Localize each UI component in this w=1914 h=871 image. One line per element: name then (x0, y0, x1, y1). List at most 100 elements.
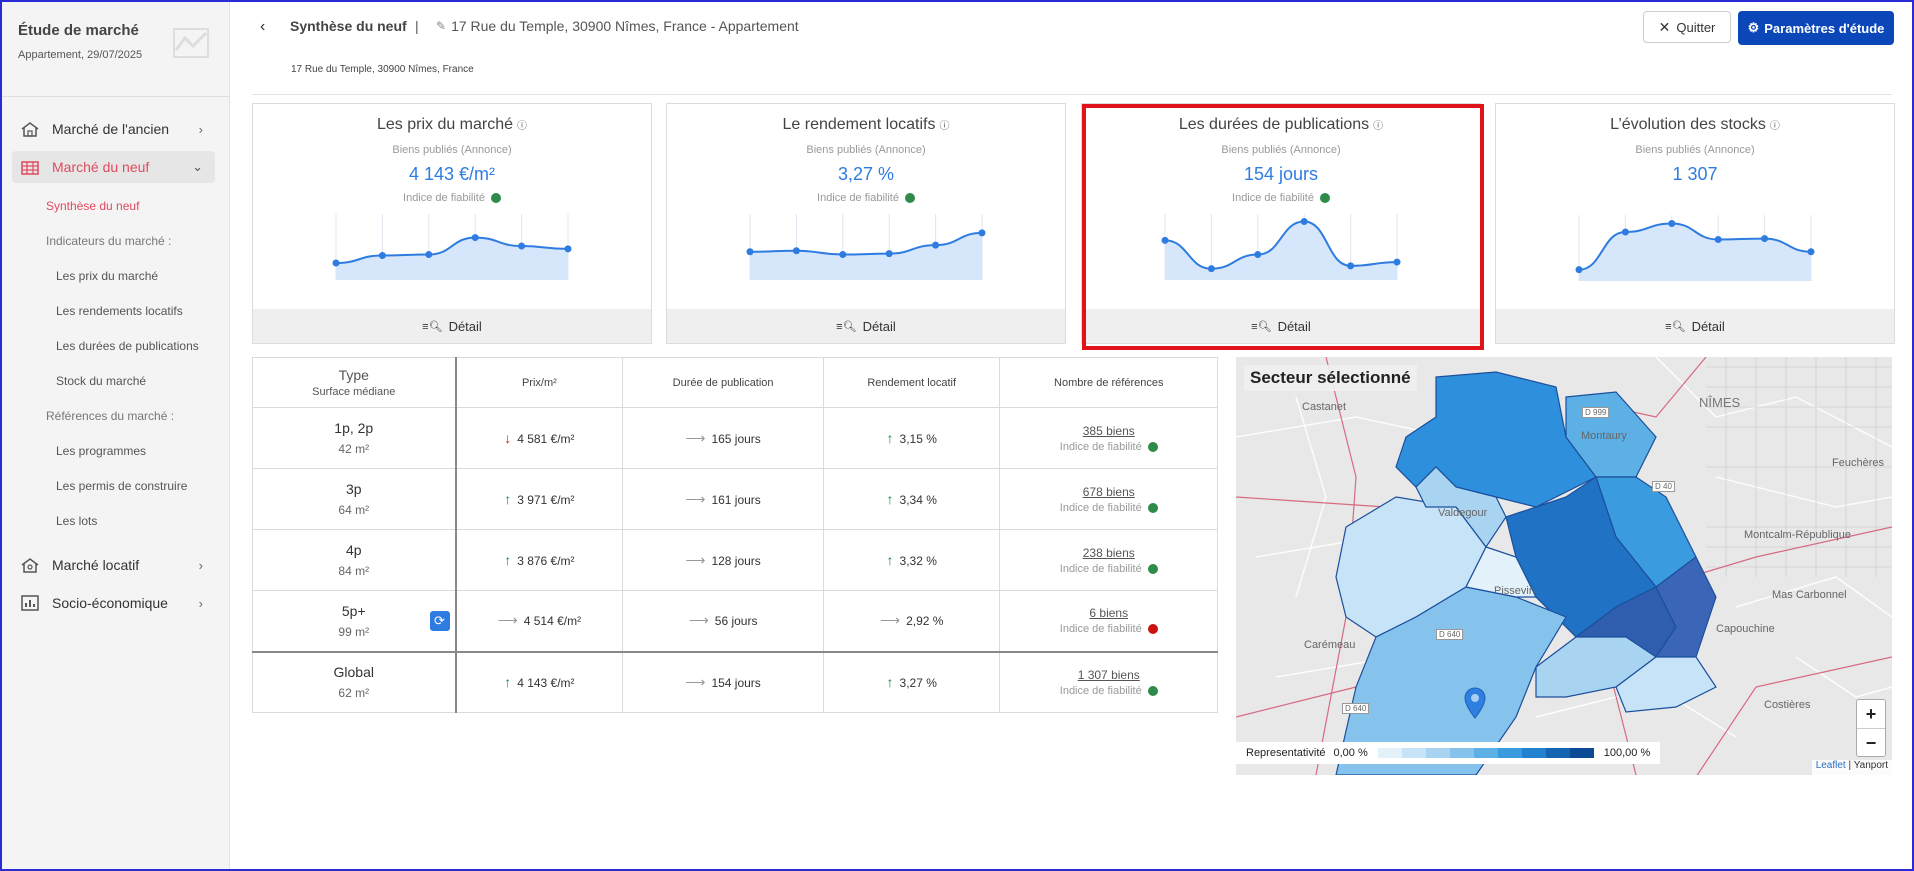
card-title: L’évolution des stocks ⓘ (1496, 116, 1894, 134)
zoom-control: + − (1856, 699, 1886, 757)
type-label: 5p+ (341, 602, 366, 619)
study-settings-button[interactable]: ⚙ Paramètres d'étude (1738, 11, 1894, 45)
sparkline-point (978, 229, 986, 237)
reliability-indicator: Indice de fiabilité (1000, 623, 1217, 635)
reliability-dot (1147, 563, 1158, 574)
refresh-icon[interactable]: ⟳ (429, 611, 450, 631)
table-row: 3p 64 m² ↑ 3 971 €/m² ⟶ 161 jours ↑ 3,34 % 678 b… (252, 468, 1218, 530)
map-road-label: D 640 (1342, 703, 1370, 714)
info-icon[interactable]: ⓘ (1770, 121, 1780, 132)
card-title: Le rendement locatifs ⓘ (667, 116, 1065, 134)
detail-list-icon: ≡🔍︎ (1251, 320, 1272, 333)
leaflet-link[interactable]: Leaflet (1816, 760, 1846, 771)
detail-button[interactable]: ≡🔍︎ Détail (253, 309, 651, 343)
sidebar-link-programmes[interactable]: Les programmes (2, 434, 229, 469)
detail-list-icon: ≡🔍︎ (836, 320, 857, 333)
trend-down-icon: ↓ (504, 430, 512, 446)
sparkline-point (378, 251, 386, 259)
sparkline-point (1621, 228, 1629, 236)
sidebar-link-permis[interactable]: Les permis de construire (2, 469, 229, 504)
sparkline-point (1347, 262, 1355, 270)
close-icon: ✕ (1658, 18, 1671, 35)
sidebar-link-durees[interactable]: Les durées de publications (2, 329, 229, 364)
sidebar-link-prix[interactable]: Les prix du marché (2, 259, 229, 294)
card-value: 154 jours (1243, 164, 1319, 184)
card-title-text: Les durées de publications (1178, 116, 1370, 133)
references-link[interactable]: 6 biens (1000, 606, 1217, 620)
sparkline-area (750, 232, 982, 280)
legend-swatch (1497, 748, 1522, 758)
reliability-indicator: Indice de fiabilité (1082, 192, 1480, 204)
map-marker-icon[interactable] (1464, 687, 1486, 719)
gear-icon: ⚙ (1747, 20, 1760, 35)
sidebar-link-synthese[interactable]: Synthèse du neuf (2, 189, 229, 224)
table-body: 1p, 2p 42 m² ↓ 4 581 €/m² ⟶ 165 jours ↑ 3,15 % 3… (252, 407, 1218, 713)
card-value: 3,27 % (837, 164, 895, 184)
sidebar-link-rendements[interactable]: Les rendements locatifs (2, 294, 229, 329)
map-place-label: Carémeau (1304, 639, 1356, 651)
card-title: Les prix du marché ⓘ (253, 116, 651, 134)
info-icon[interactable]: ⓘ (1373, 121, 1383, 132)
cell-type: 3p 64 m² (252, 468, 457, 530)
study-address-title[interactable]: ✎ 17 Rue du Temple, 30900 Nîmes, France … (436, 18, 799, 34)
references-link[interactable]: 385 biens (1000, 424, 1217, 438)
cell-rendement: ↑ 3,32 % (822, 529, 1001, 591)
map-place-label: Costières (1764, 699, 1811, 711)
trend-up-icon: ↑ (886, 491, 894, 507)
cell-rendement: ↑ 3,34 % (822, 468, 1001, 530)
trend-flat-icon: ⟶ (879, 612, 901, 629)
cell-prix-value: 4 581 €/m² (517, 432, 575, 446)
reliability-dot (1147, 502, 1158, 513)
map-attribution: Leaflet | Yanport (1811, 760, 1892, 775)
card-durees-publications: Les durées de publications ⓘ Biens publié… (1081, 103, 1481, 344)
cell-duree-value: 165 jours (711, 431, 761, 446)
cell-prix: ↓ 4 581 €/m² (454, 407, 624, 469)
legend-swatch (1521, 748, 1546, 758)
sidebar-item-marche-locatif[interactable]: Marché locatif › (12, 549, 215, 581)
back-arrow-icon[interactable]: ‹ (260, 18, 265, 36)
quit-button[interactable]: ✕ Quitter (1643, 11, 1731, 43)
detail-button[interactable]: ≡🔍︎ Détail (1082, 309, 1480, 343)
table-row: 1p, 2p 42 m² ↓ 4 581 €/m² ⟶ 165 jours ↑ 3,15 % 3… (252, 407, 1218, 469)
info-icon[interactable]: ⓘ (939, 121, 949, 132)
bar-chart-icon (20, 594, 40, 612)
sector-map[interactable]: NÎMES Castanet Montaury Valdegour Pissev… (1236, 357, 1892, 775)
cell-duree: ⟶ 128 jours (622, 529, 824, 591)
map-place-label: Mas Carbonnel (1772, 589, 1847, 601)
sidebar-item-socio-economique[interactable]: Socio-économique › (12, 587, 215, 619)
references-link[interactable]: 1 307 biens (1000, 668, 1217, 682)
detail-button[interactable]: ≡🔍︎ Détail (1496, 309, 1894, 343)
map-place-label: Montcalm-République (1744, 529, 1851, 541)
info-icon[interactable]: ⓘ (517, 121, 527, 132)
cell-type: Global 62 m² (252, 650, 457, 713)
type-label: 3p (345, 481, 362, 497)
zoom-out-button[interactable]: − (1857, 728, 1885, 756)
sidebar-item-marche-neuf[interactable]: Marché du neuf ⌄ (12, 151, 215, 183)
trend-up-icon: ↑ (504, 674, 512, 691)
reliability-label: Indice de fiabilité (1059, 501, 1142, 514)
sidebar-link-lots[interactable]: Les lots (2, 504, 229, 539)
legend-swatch (1545, 748, 1570, 758)
references-link[interactable]: 678 biens (1000, 485, 1217, 499)
study-settings-label: Paramètres d'étude (1764, 20, 1885, 36)
legend-swatch (1473, 748, 1498, 758)
card-prix-marche: Les prix du marché ⓘ Biens publiés (Annon… (252, 103, 652, 344)
cell-prix-value: 4 143 €/m² (517, 676, 575, 691)
reliability-dot (1319, 193, 1330, 203)
sparkline-chart (332, 214, 572, 280)
trend-up-icon: ↑ (886, 430, 894, 446)
zoom-in-button[interactable]: + (1857, 700, 1885, 728)
detail-label: Détail (1691, 318, 1725, 334)
references-link[interactable]: 238 biens (1000, 546, 1217, 560)
trend-up-icon: ↑ (886, 674, 894, 691)
table-row-global: Global 62 m² ↑ 4 143 €/m² ⟶ 154 jours ↑ 3,27 % 1… (252, 650, 1218, 713)
sidebar-item-marche-ancien[interactable]: Marché de l'ancien › (12, 113, 215, 145)
map-place-label: Pissevin (1494, 585, 1535, 597)
trend-flat-icon: ⟶ (685, 673, 706, 690)
sidebar-link-stock[interactable]: Stock du marché (2, 364, 229, 399)
reliability-label: Indice de fiabilité (1059, 684, 1142, 697)
detail-button[interactable]: ≡🔍︎ Détail (667, 309, 1065, 343)
reliability-dot (1147, 441, 1158, 452)
median-surface: 62 m² (338, 686, 370, 701)
cell-prix: ⟶ 4 514 €/m² (454, 590, 624, 652)
